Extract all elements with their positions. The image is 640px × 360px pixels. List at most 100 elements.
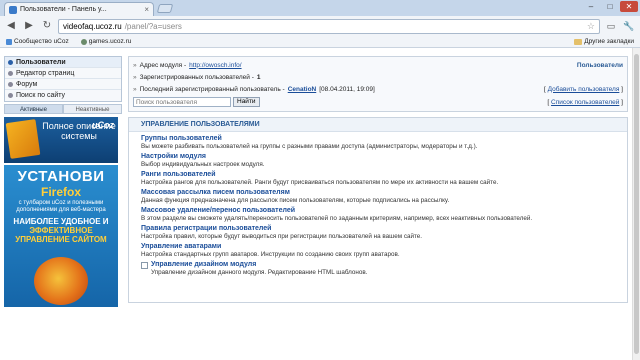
option-description: Настройка рангов для пользователей. Ранг… [141, 179, 499, 186]
scrollbar-thumb[interactable] [634, 54, 639, 354]
option-module-design: Управление дизайном модуля Управление ди… [141, 261, 615, 277]
bullet-icon: » [133, 61, 137, 69]
sidebar-item-site-search[interactable]: Поиск по сайту [5, 90, 121, 101]
last-registered-row: » Последний зарегистрированный пользоват… [133, 83, 623, 95]
banner-line-toolbar: с тулбаром uCoz и полезными дополнениями… [16, 200, 106, 213]
option-title-link[interactable]: Настройки модуля [141, 153, 615, 161]
last-registered-label: Последний зарегистрированный пользовател… [139, 85, 285, 93]
url-path: /panel/?a=users [124, 21, 182, 31]
back-arrow-icon[interactable]: ◀ [4, 19, 18, 33]
ucoz-logo: uCoz [92, 120, 114, 130]
page-menu-icon[interactable]: ▭ [604, 19, 618, 33]
bookmark-star-icon[interactable]: ☆ [587, 21, 595, 32]
user-search-input[interactable] [133, 97, 231, 107]
bookmark-label: games.ucoz.ru [88, 38, 132, 45]
registered-count-row: » Зарегистрированных пользователей - 1 [133, 71, 623, 83]
user-list-link[interactable]: Список пользователей [551, 99, 619, 106]
option-description: Настройка стандартных групп аватаров. Ин… [141, 251, 400, 258]
bookmark-label: Сообщество uCoz [14, 38, 69, 45]
module-address-row: » Адрес модуля - http://owosch.info/ Пол… [133, 59, 623, 71]
registered-label: Зарегистрированных пользователей - [139, 73, 254, 81]
panel-title: УПРАВЛЕНИЕ ПОЛЬЗОВАТЕЛЯМИ [129, 118, 627, 132]
bullet-icon [8, 59, 13, 65]
add-user-link[interactable]: Добавить пользователя [548, 86, 620, 93]
bullet-icon [8, 70, 13, 76]
reload-icon[interactable]: ↻ [40, 19, 54, 33]
banner-line-install: УСТАНОВИ [17, 168, 105, 185]
firefox-logo-icon [34, 257, 88, 305]
option-description: Управление дизайном данного модуля. Реда… [151, 269, 368, 276]
folder-icon [574, 38, 583, 45]
maximize-button[interactable]: □ [601, 1, 619, 12]
tab-inactive[interactable]: Неактивные [63, 104, 122, 114]
main-content: » Адрес модуля - http://owosch.info/ Пол… [128, 56, 628, 303]
user-search-row: Найти [ Список пользователей ] [133, 95, 623, 109]
sidebar-item-forum[interactable]: Форум [5, 79, 121, 90]
firefox-toolbar-banner[interactable]: УСТАНОВИ Firefox с тулбаром uCoz и полез… [4, 165, 118, 307]
address-bar[interactable]: videofaq.ucoz.ru/panel/?a=users ☆ [58, 18, 600, 34]
option-description: Вы можете разбивать пользователей на гру… [141, 143, 478, 150]
add-user-wrapper: [ Добавить пользователя ] [544, 85, 623, 93]
option-description: Данная функция предназначена для рассыло… [141, 197, 450, 204]
option-description: Настройка правил, которые будут выводить… [141, 233, 423, 240]
user-management-panel: УПРАВЛЕНИЕ ПОЛЬЗОВАТЕЛЯМИ Группы пользов… [128, 117, 628, 303]
option-description: В этом разделе вы сможете удалять/перено… [141, 215, 533, 222]
option-mass-mailing: Массовая рассылка писем пользователям Да… [141, 189, 615, 205]
bookmark-ucoz-community[interactable]: Сообщество uCoz [6, 38, 69, 45]
sidebar-menu: Пользователи Редактор страниц Форум Поис… [4, 56, 122, 102]
option-title-link[interactable]: Массовая рассылка писем пользователям [141, 189, 615, 197]
forward-arrow-icon[interactable]: ▶ [22, 19, 36, 33]
option-title-link[interactable]: Управление дизайном модуля [151, 261, 368, 269]
option-title-link[interactable]: Массовое удаление/перенос пользователей [141, 207, 615, 215]
banner-line-firefox: Firefox [40, 185, 81, 199]
search-button[interactable]: Найти [233, 97, 260, 107]
option-title-link[interactable]: Управление аватарами [141, 243, 615, 251]
tab-close-icon[interactable]: × [144, 5, 149, 14]
ucoz-bookmark-icon [6, 38, 12, 45]
option-user-groups: Группы пользователей Вы можете разбивать… [141, 135, 615, 151]
games-bookmark-icon [80, 38, 87, 45]
minimize-button[interactable]: – [582, 1, 600, 12]
bullet-icon: » [133, 85, 137, 93]
browser-tab[interactable]: Пользователи - Панель у... × [4, 2, 154, 16]
page-scrollbar[interactable] [632, 48, 640, 360]
page-content: Пользователи Редактор страниц Форум Поис… [0, 48, 632, 360]
option-title-link[interactable]: Правила регистрации пользователей [141, 225, 615, 233]
option-user-ranks: Ранги пользователей Настройка рангов для… [141, 171, 615, 187]
sidebar-item-label: Форум [16, 80, 38, 88]
sidebar-subtabs: Активные Неактивные [4, 104, 122, 114]
design-checkbox[interactable] [141, 262, 148, 269]
browser-toolbar: ◀ ▶ ↻ videofaq.ucoz.ru/panel/?a=users ☆ … [0, 16, 640, 36]
module-address-link[interactable]: http://owosch.info/ [189, 62, 241, 69]
banner-line-management: ЭФФЕКТИВНОЕ УПРАВЛЕНИЕ САЙТОМ [15, 226, 107, 244]
option-title-link[interactable]: Ранги пользователей [141, 171, 615, 179]
sidebar-item-users[interactable]: Пользователи [5, 57, 121, 68]
last-registered-user-link[interactable]: CenatioN [288, 86, 317, 93]
option-description: Выбор индивидуальных настроек модуля. [141, 161, 265, 168]
wrench-icon[interactable]: 🔧 [622, 19, 636, 33]
option-mass-delete: Массовое удаление/перенос пользователей … [141, 207, 615, 223]
ucoz-favicon-icon [9, 5, 17, 14]
bullet-icon [8, 93, 13, 98]
option-text: Управление дизайном модуля Управление ди… [151, 261, 368, 277]
options-list: Группы пользователей Вы можете разбивать… [129, 132, 627, 282]
option-avatars: Управление аватарами Настройка стандартн… [141, 243, 615, 259]
banner-line-convenient: НАИБОЛЕЕ УДОБНОЕ И [13, 217, 109, 226]
bookmark-games-ucoz[interactable]: games.ucoz.ru [80, 38, 132, 45]
bookmarks-bar: Сообщество uCoz games.ucoz.ru Другие зак… [0, 36, 640, 48]
browser-titlebar: Пользователи - Панель у... × – □ ✕ [0, 0, 640, 16]
sidebar-item-page-editor[interactable]: Редактор страниц [5, 68, 121, 79]
ucoz-docs-banner[interactable]: Полное описание системы uCoz [4, 117, 118, 163]
sidebar-item-label: Пользователи [16, 58, 66, 66]
tab-active[interactable]: Активные [4, 104, 63, 114]
close-window-button[interactable]: ✕ [620, 1, 638, 12]
other-bookmarks[interactable]: Другие закладки [574, 38, 634, 45]
option-registration-rules: Правила регистрации пользователей Настро… [141, 225, 615, 241]
new-tab-button[interactable] [156, 4, 174, 13]
sidebar-item-label: Поиск по сайту [16, 92, 66, 99]
registered-count: 1 [256, 73, 261, 81]
window-controls: – □ ✕ [582, 1, 638, 12]
user-list-wrapper: [ Список пользователей ] [547, 98, 623, 106]
tab-title: Пользователи - Панель у... [20, 6, 107, 13]
option-title-link[interactable]: Группы пользователей [141, 135, 615, 143]
